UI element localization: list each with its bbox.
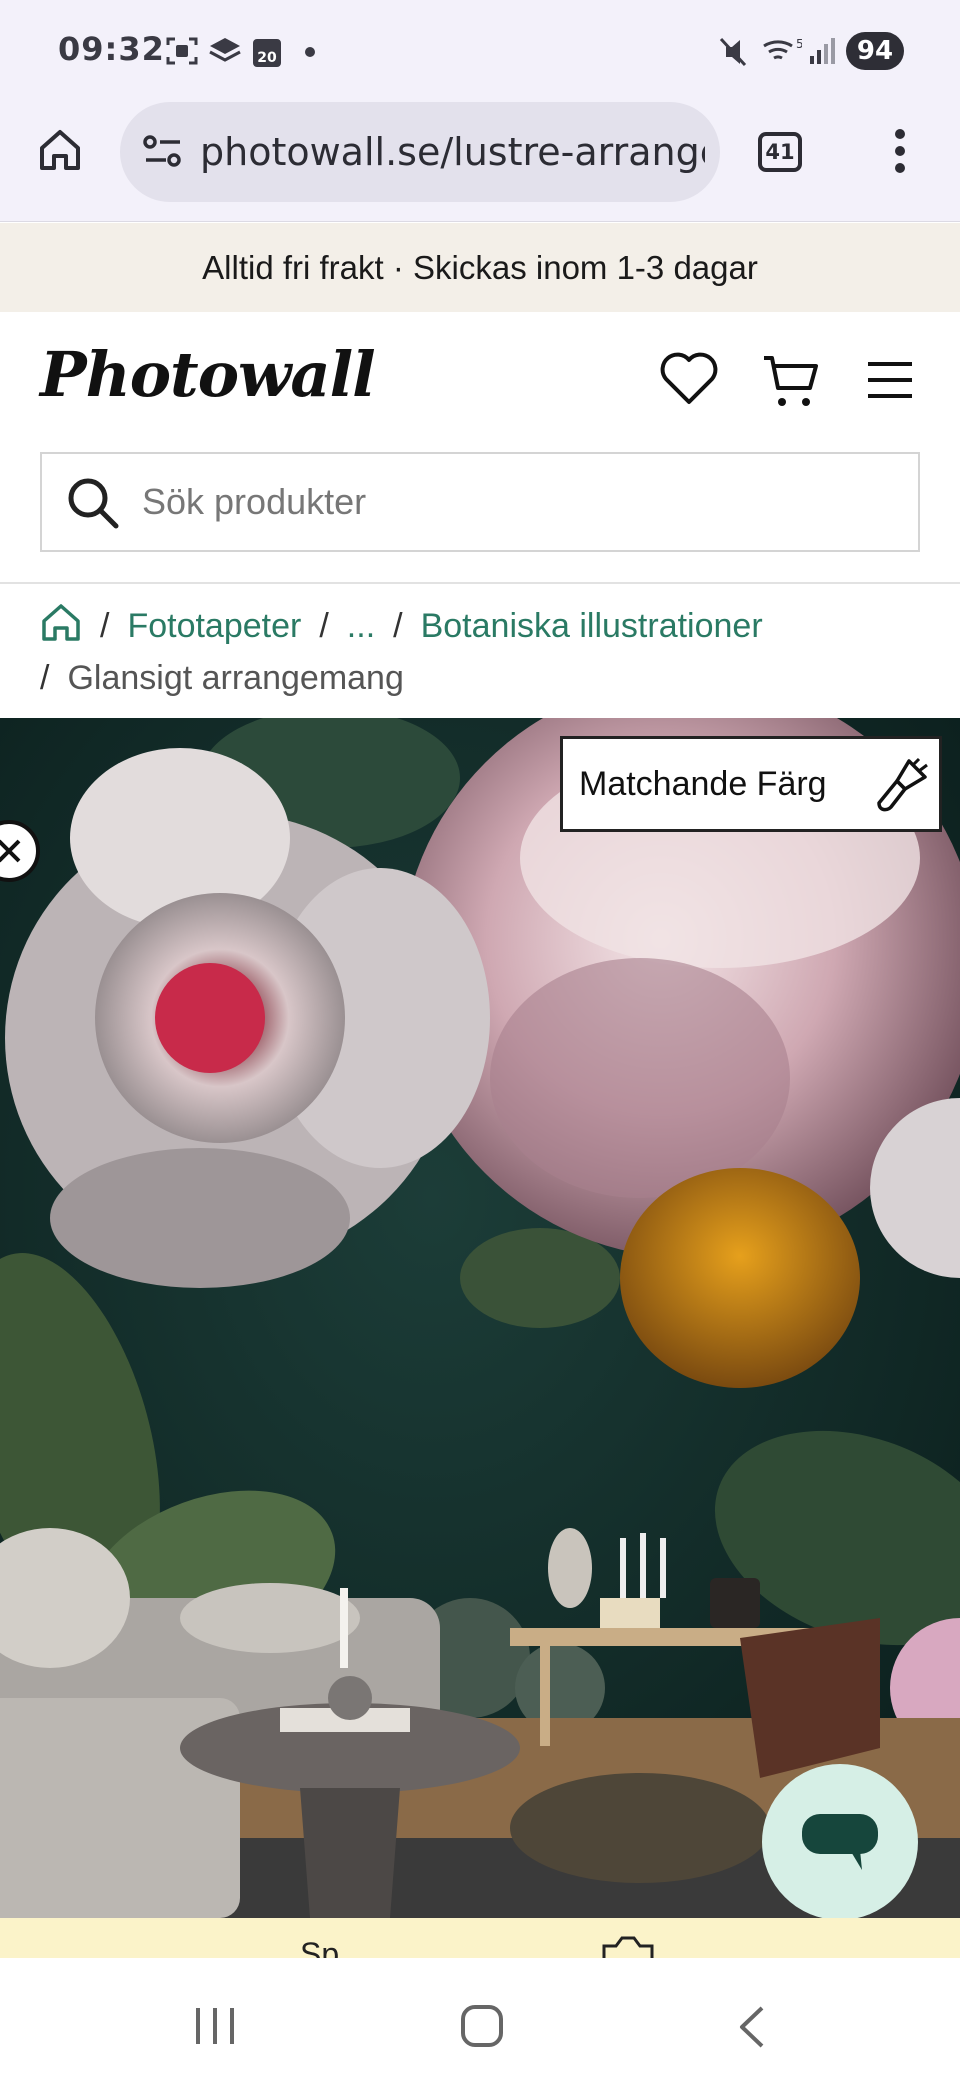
chat-support-button[interactable]: [762, 1764, 918, 1918]
breadcrumb-link-botaniska[interactable]: Botaniska illustrationer: [421, 607, 763, 645]
chat-bubble-icon: [802, 1814, 878, 1870]
calendar-icon: 20: [253, 39, 281, 67]
breadcrumb-separator: /: [100, 607, 110, 645]
wishlist-heart-icon[interactable]: [660, 352, 718, 406]
cart-icon[interactable]: [762, 352, 820, 412]
breadcrumb-home-icon[interactable]: [40, 601, 82, 643]
signal-icon: [810, 38, 835, 64]
breadcrumb-separator: /: [393, 607, 403, 645]
status-bar: 09:32 20 5 94: [0, 0, 960, 100]
logo-text: Photowall: [40, 338, 376, 411]
wifi-icon: 5: [763, 37, 802, 60]
product-search-input[interactable]: Sök produkter: [40, 452, 920, 552]
back-icon[interactable]: [736, 2004, 768, 2050]
breadcrumb-separator: /: [319, 607, 329, 645]
header-divider: [0, 582, 960, 584]
close-icon: [0, 839, 21, 863]
match-color-label: Matchande Färg: [579, 765, 827, 803]
layers-icon: [209, 38, 241, 62]
hamburger-menu-icon[interactable]: [866, 360, 914, 400]
more-menu-icon[interactable]: [880, 126, 920, 176]
product-hero-image[interactable]: Matchande Färg: [0, 718, 960, 1918]
floral-wallpaper-room-illustration: [0, 718, 960, 1918]
address-bar[interactable]: photowall.se/lustre-arrange: [120, 102, 720, 202]
url-text[interactable]: photowall.se/lustre-arrange: [200, 130, 705, 174]
breadcrumb-separator: /: [40, 659, 50, 697]
breadcrumb-link-fototapeter[interactable]: Fototapeter: [127, 607, 301, 645]
photowall-logo[interactable]: Photowall: [40, 338, 376, 411]
paintbrush-icon: [877, 757, 928, 812]
notification-dot-icon: [305, 47, 315, 57]
match-color-button[interactable]: Matchande Färg: [560, 736, 942, 832]
home-button-icon[interactable]: [460, 2004, 504, 2048]
site-settings-icon[interactable]: [142, 132, 184, 172]
sticky-bar-text: Sp...: [300, 1936, 366, 1958]
mute-icon: [719, 37, 747, 67]
system-navigation-bar: [0, 1960, 960, 2080]
recent-apps-icon[interactable]: [194, 2006, 236, 2046]
status-time: 09:32: [58, 30, 165, 68]
home-icon[interactable]: [36, 126, 84, 174]
breadcrumb: / Fototapeter /... / Botaniska illustratione…: [40, 600, 940, 704]
sticky-bottom-bar[interactable]: Sp...: [0, 1918, 960, 1958]
breadcrumb-ellipsis[interactable]: ...: [347, 607, 375, 645]
breadcrumb-current: Glansigt arrangemang: [67, 659, 404, 697]
search-placeholder: Sök produkter: [142, 481, 367, 522]
tab-switcher-button[interactable]: 41: [758, 132, 802, 172]
shipping-promo-banner: Alltid fri frakt · Skickas inom 1-3 daga…: [0, 223, 960, 312]
screenshot-icon: [166, 37, 198, 65]
camera-icon: [602, 1936, 654, 1958]
calendar-day: 20: [257, 50, 277, 66]
network-generation: 5: [796, 37, 802, 51]
battery-indicator: 94: [846, 32, 904, 70]
browser-toolbar: photowall.se/lustre-arrange 41: [0, 100, 960, 222]
search-icon: [68, 478, 119, 529]
